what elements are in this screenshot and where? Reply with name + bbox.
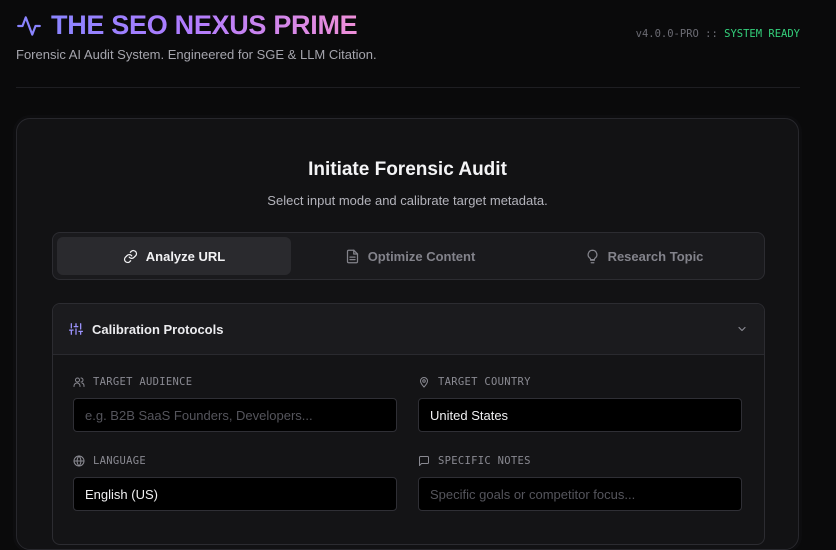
system-status: SYSTEM READY: [724, 28, 800, 40]
card-title: Initiate Forensic Audit: [308, 159, 507, 180]
lightbulb-icon: [587, 249, 597, 263]
target-audience-label: TARGET AUDIENCE: [73, 376, 192, 388]
calibration-title: Calibration Protocols: [92, 322, 224, 337]
target-country-input[interactable]: [418, 398, 742, 432]
sliders-icon: [69, 323, 83, 335]
input-mode-tabs: Analyze URL Optimize Content Research To…: [52, 232, 765, 280]
tab-label: Analyze URL: [145, 248, 226, 264]
target-audience-input[interactable]: [73, 398, 397, 432]
app-subtitle: Forensic AI Audit System. Engineered for…: [16, 47, 377, 62]
specific-notes-input[interactable]: [418, 477, 742, 511]
link-icon: [123, 249, 137, 263]
version-label: v4.0.0-PRO ::: [635, 28, 718, 40]
tab-label: Research Topic: [607, 248, 704, 264]
chevron-down-icon[interactable]: [736, 323, 748, 335]
tab-research-topic[interactable]: Research Topic: [527, 237, 761, 275]
users-icon: [73, 377, 85, 387]
specific-notes-label: SPECIFIC NOTES: [418, 455, 531, 467]
tab-optimize-content[interactable]: Optimize Content: [293, 237, 527, 275]
card-subtitle: Select input mode and calibrate target m…: [267, 193, 548, 208]
app-title: THE SEO NEXUS PRIME: [51, 10, 358, 40]
document-icon: [346, 249, 358, 263]
globe-icon: [73, 455, 85, 467]
calibration-panel: Calibration Protocols TARGET AUDIENCE TA…: [52, 303, 765, 545]
message-square-icon: [419, 456, 429, 466]
target-country-label: TARGET COUNTRY: [418, 376, 531, 388]
header-divider: [16, 87, 800, 88]
version-status: v4.0.0-PRO :: SYSTEM READY: [636, 28, 800, 40]
calibration-header[interactable]: Calibration Protocols: [53, 304, 764, 355]
activity-pulse-icon: [17, 15, 41, 36]
tab-analyze-url[interactable]: Analyze URL: [57, 237, 291, 275]
map-pin-icon: [419, 377, 429, 388]
app-header: THE SEO NEXUS PRIME Forensic AI Audit Sy…: [16, 8, 800, 88]
audit-card: Initiate Forensic Audit Select input mod…: [16, 118, 799, 550]
language-input[interactable]: [73, 477, 397, 511]
brand: THE SEO NEXUS PRIME: [16, 10, 358, 41]
tab-label: Optimize Content: [367, 248, 476, 264]
language-label: LANGUAGE: [73, 455, 146, 467]
